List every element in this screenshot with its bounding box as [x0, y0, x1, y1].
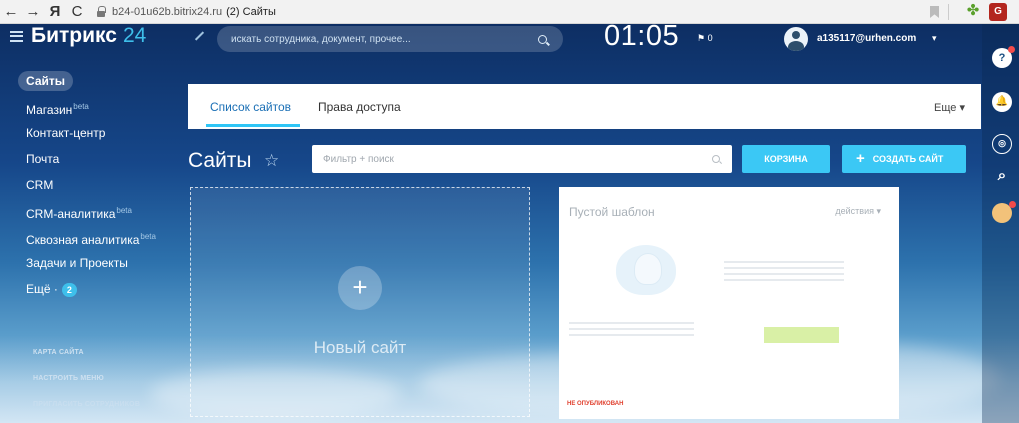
- global-search[interactable]: [217, 26, 563, 52]
- sidebar-item-label: CRM: [26, 178, 54, 192]
- preview-button: [764, 327, 839, 343]
- notification-dot: [1008, 46, 1015, 53]
- sidebar-item-label: Ещё ·: [26, 282, 58, 296]
- beta-label: beta: [140, 232, 156, 241]
- reload-button[interactable]: C: [66, 0, 88, 24]
- site-preview-illustration: [616, 245, 676, 295]
- tab-site-list[interactable]: Список сайтов: [210, 100, 291, 114]
- sidebar-item-label: Почта: [26, 152, 60, 166]
- logo-name: Битрикс: [31, 24, 117, 47]
- create-site-label: СОЗДАТЬ САЙТ: [872, 154, 944, 164]
- toolbar-divider: [948, 4, 949, 20]
- configure-menu-link[interactable]: НАСТРОИТЬ МЕНЮ: [33, 375, 104, 382]
- sidebar-item-label: Сквозная аналитика: [26, 233, 140, 247]
- bookmark-icon[interactable]: [930, 6, 939, 18]
- sidebar-item-label: Контакт-центр: [26, 126, 106, 140]
- sidebar-item-sites[interactable]: Сайты: [18, 68, 156, 94]
- sidebar-item-end-to-end-analytics[interactable]: Сквозная аналитикаbeta: [26, 224, 156, 250]
- sidebar-item-contact-center[interactable]: Контакт-центр: [26, 120, 156, 146]
- preview-placeholder-text: [569, 322, 694, 340]
- search-icon[interactable]: ⌕: [992, 166, 1012, 186]
- tabs-panel: Список сайтов Права доступа Еще ▾: [188, 84, 981, 129]
- search-icon[interactable]: [712, 155, 720, 163]
- browser-toolbar: ← → Я C b24-01u62b.bitrix24.ru (2) Сайты …: [0, 0, 1019, 24]
- invite-link[interactable]: ПРИГЛАСИТЬ СОТРУДНИКОВ: [33, 401, 140, 408]
- sidebar-item-crm-analytics[interactable]: CRM-аналитикаbeta: [26, 198, 156, 224]
- clock[interactable]: 01:05: [604, 20, 679, 53]
- site-card-title: Пустой шаблон: [569, 205, 655, 219]
- menu-icon[interactable]: [10, 30, 23, 42]
- logo-number: 24: [122, 24, 147, 47]
- sidebar-item-label: CRM-аналитика: [26, 207, 116, 221]
- counter-badge: 2: [61, 282, 77, 297]
- beta-label: beta: [116, 206, 132, 215]
- new-site-tile[interactable]: + Новый сайт: [190, 187, 530, 417]
- sidebar-item-label: Задачи и Проекты: [26, 256, 128, 270]
- plus-icon[interactable]: +: [338, 266, 382, 310]
- extension-icon[interactable]: G: [989, 3, 1007, 21]
- star-icon[interactable]: ☆: [264, 151, 279, 171]
- right-rail: [982, 24, 1019, 423]
- site-card[interactable]: Пустой шаблон действия ▾ НЕ ОПУБЛИКОВАН: [559, 187, 899, 419]
- filter-input[interactable]: [323, 153, 712, 165]
- extension-icon[interactable]: ✤: [965, 3, 981, 19]
- sidebar-item-mail[interactable]: Почта: [26, 146, 156, 172]
- notification-dot: [1009, 201, 1016, 208]
- sidebar-item-label: Сайты: [18, 71, 73, 91]
- flag-counter[interactable]: ⚑ 0: [697, 33, 713, 44]
- sidebar-menu: Сайты Магазинbeta Контакт-центр Почта CR…: [18, 68, 156, 302]
- lock-icon: [96, 5, 106, 18]
- preview-placeholder-text: [724, 261, 844, 283]
- status-badge: НЕ ОПУБЛИКОВАН: [567, 401, 624, 407]
- tab-access-rights[interactable]: Права доступа: [318, 100, 401, 114]
- actions-dropdown[interactable]: действия ▾: [835, 206, 881, 217]
- avatar[interactable]: [784, 27, 808, 51]
- chat-icon[interactable]: ◎: [992, 134, 1012, 154]
- new-site-label: Новый сайт: [313, 338, 407, 357]
- back-button[interactable]: ←: [0, 0, 22, 24]
- yandex-button[interactable]: Я: [44, 0, 66, 24]
- create-site-button[interactable]: + СОЗДАТЬ САЙТ: [842, 145, 966, 173]
- page-title: Сайты: [188, 149, 252, 172]
- url-host: b24-01u62b.bitrix24.ru: [112, 5, 223, 18]
- active-tab-indicator: [206, 124, 300, 127]
- search-icon[interactable]: [538, 34, 547, 44]
- basket-button[interactable]: КОРЗИНА: [742, 145, 830, 173]
- app-logo[interactable]: Битрикс 24: [10, 24, 146, 48]
- sidebar-item-crm[interactable]: CRM: [26, 172, 156, 198]
- sidebar-item-tasks[interactable]: Задачи и Проекты: [26, 250, 156, 276]
- filter-search[interactable]: [312, 145, 732, 173]
- address-bar[interactable]: b24-01u62b.bitrix24.ru (2) Сайты: [112, 6, 276, 18]
- sidebar-item-more[interactable]: Ещё · 2: [26, 276, 156, 302]
- more-menu[interactable]: Еще ▾: [934, 101, 965, 114]
- user-email[interactable]: a135117@urhen.com: [817, 33, 916, 44]
- chevron-down-icon[interactable]: ▾: [932, 33, 937, 44]
- sidebar-item-label: Магазин: [26, 103, 73, 117]
- search-input[interactable]: [231, 33, 538, 45]
- plus-icon: +: [856, 150, 865, 167]
- bell-icon[interactable]: 🔔: [992, 92, 1012, 112]
- site-map-link[interactable]: КАРТА САЙТА: [33, 349, 84, 356]
- beta-label: beta: [73, 102, 89, 111]
- page-title-tab: (2) Сайты: [226, 5, 276, 18]
- sidebar-item-shop[interactable]: Магазинbeta: [26, 94, 156, 120]
- forward-button[interactable]: →: [22, 0, 44, 24]
